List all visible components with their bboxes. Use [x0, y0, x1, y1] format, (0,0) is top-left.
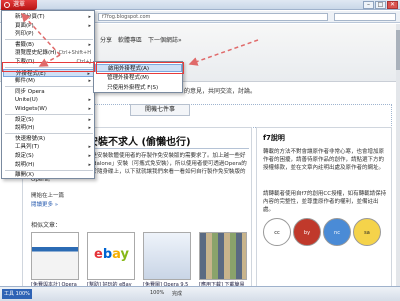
cc-icon: cc — [263, 218, 291, 246]
opera-logo-icon — [4, 2, 10, 8]
menu-item-label: 書籤(B) — [15, 41, 35, 48]
opera-menu-label: 選單 — [13, 1, 26, 8]
close-button[interactable]: ✕ — [387, 1, 398, 9]
main-menu: 新增分頁(T) ▸ 頁面(P) ▸ 列印(P) 書籤(B) ▸ 瀏覽歷史紀錄(H) Ctrl+S… — [1, 10, 95, 179]
submenu-arrow-icon: ▸ — [88, 116, 91, 123]
menu-item-label: Unite(U) — [15, 97, 38, 104]
status-text: 完成 — [172, 291, 183, 297]
ebay-logo: ebay — [94, 247, 129, 262]
search-input[interactable] — [334, 13, 396, 21]
menu-item[interactable]: 工具列(T) ▸ — [3, 143, 94, 151]
menu-item-label: 設定(S) — [15, 116, 34, 123]
menu-item-label: 說明(H) — [15, 161, 35, 168]
cc-sa-icon: sa — [353, 218, 381, 246]
highlight-frame — [96, 62, 184, 74]
menu-item[interactable]: 新增分頁(T) ▸ — [3, 13, 94, 21]
minimize-button[interactable]: – — [363, 1, 374, 9]
menu-item[interactable]: 設定(S) ▸ — [3, 152, 94, 160]
submenu-item[interactable]: 只使用外掛程式 F(S) — [95, 84, 182, 92]
submenu-arrow-icon: ▸ — [88, 144, 91, 151]
submenu-arrow-icon: ▸ — [88, 161, 91, 168]
submenu-arrow-icon: ▸ — [88, 14, 91, 20]
menu-item[interactable]: 設定(S) ▸ — [3, 116, 94, 124]
zoom-level[interactable]: 100% — [150, 290, 164, 296]
menu-item-label: 設定(S) — [15, 153, 34, 159]
menu-shortcut: Ctrl+Shift+H — [58, 50, 91, 57]
menu-item-label: 郵件(M) — [15, 78, 36, 85]
submenu-arrow-icon: ▸ — [88, 106, 91, 112]
read-more-link[interactable]: 閱讀更多 » — [31, 201, 249, 209]
menu-item-label: 同步 Opera — [15, 88, 45, 95]
submenu-arrow-icon: ▸ — [88, 97, 91, 104]
submenu-arrow-icon: ▸ — [88, 153, 91, 159]
menu-item-label: 工具列(T) — [15, 144, 40, 151]
related-thumbnail[interactable] — [31, 232, 79, 280]
status-tools-button[interactable]: 工具 100% — [2, 289, 32, 299]
menu-item[interactable]: 書籤(B) ▸ — [3, 41, 94, 49]
related-label: 相似文章： — [31, 222, 62, 229]
cc-license-badges[interactable]: cc by nc sa — [263, 218, 383, 266]
related-thumbnail[interactable] — [199, 232, 247, 280]
sidebar-title: f7說明 — [263, 134, 285, 142]
submenu-arrow-icon: ▸ — [88, 78, 91, 85]
submenu-arrow-icon: ▸ — [88, 22, 91, 29]
menu-item-label: Widgets(W) — [15, 106, 47, 112]
menu-item[interactable]: 快速撥號(R) — [3, 135, 94, 143]
related-thumbnail[interactable] — [143, 232, 191, 280]
submenu-arrow-icon: ▸ — [88, 125, 91, 132]
scrollbar-thumb[interactable] — [396, 30, 400, 70]
menu-item-label: 頁面(P) — [15, 22, 34, 29]
menu-item-label: 離開(X) — [15, 172, 35, 179]
maximize-button[interactable]: □ — [375, 1, 386, 9]
site-nav: 分享 軟體專區 下一個網誌» — [100, 35, 182, 44]
sidebar: f7說明 轉載的方法不對會讓原作者非常心寒，也會增加原作者的困擾，請善待原作品的… — [256, 127, 392, 301]
menu-item[interactable]: 離開(X) — [3, 171, 94, 179]
menu-item[interactable]: 說明(H) ▸ — [3, 124, 94, 132]
highlight-frame — [2, 62, 95, 72]
menu-item[interactable]: 頁面(P) ▸ — [3, 22, 94, 30]
status-bar: 工具 100% 100% 完成 — [0, 286, 400, 301]
site-tagline: 的意見，共同交流，討論。 — [184, 88, 257, 95]
menu-item-label: 說明(H) — [15, 125, 35, 132]
submenu-item[interactable]: 管理外掛程式(M) — [95, 74, 182, 82]
menu-item-label: 快速撥號(R) — [15, 135, 46, 142]
menu-item-label: 列印(P) — [15, 31, 34, 38]
article-paragraph: 開始在上一篇 — [31, 193, 65, 199]
menu-item[interactable]: 列印(P) — [3, 30, 94, 38]
menu-item-label: 瀏覽歷史紀錄(H) — [15, 50, 57, 57]
related-thumbnail[interactable]: ebay — [87, 232, 135, 280]
menu-item-label: 新增分頁(T) — [15, 14, 45, 20]
nav-link-software[interactable]: 軟體專區 — [118, 35, 142, 44]
category-tab[interactable]: 開機七件事 — [130, 104, 190, 116]
menu-item[interactable]: 說明(H) ▸ — [3, 161, 94, 169]
cc-nc-icon: nc — [323, 218, 351, 246]
sidebar-paragraph: 請轉載者使用自f7的創用CC授權，如有轉載請保持內容的完整性，並尊重原作者的權利… — [263, 191, 387, 213]
sidebar-paragraph: 轉載的方法不對會讓原作者非常心寒，也會增加原作者的困擾，請善待原作品的創作，請點… — [263, 149, 385, 171]
menu-item[interactable]: Widgets(W) ▸ — [3, 105, 94, 113]
url-input[interactable]: f7fog.blogspot.com — [98, 13, 328, 21]
nav-link-next-blog[interactable]: 下一個網誌» — [148, 35, 182, 44]
opera-menu-button[interactable]: 選單 — [1, 0, 37, 10]
menu-item[interactable]: 瀏覽歷史紀錄(H) Ctrl+Shift+H — [3, 49, 94, 57]
title-bar: 選單 – □ ✕ — [0, 0, 400, 10]
window-controls: – □ ✕ — [363, 1, 398, 9]
nav-link-share[interactable]: 分享 — [100, 35, 112, 44]
menu-item[interactable]: 同步 Opera — [3, 88, 94, 96]
menu-item[interactable]: 郵件(M) ▸ — [3, 77, 94, 85]
cc-by-icon: by — [293, 218, 321, 246]
menu-item[interactable]: Unite(U) ▸ — [3, 96, 94, 104]
submenu-arrow-icon: ▸ — [88, 41, 91, 48]
